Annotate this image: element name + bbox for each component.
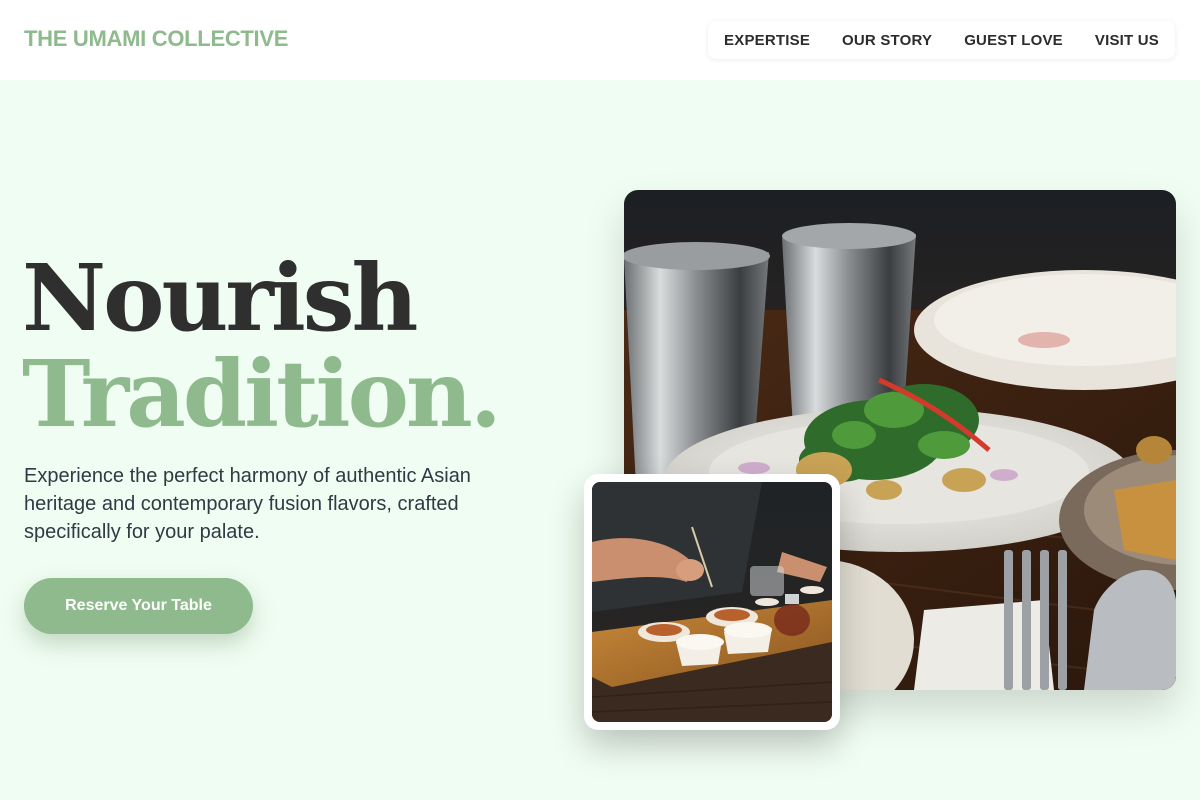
nav-link-visit-us[interactable]: VISIT US — [1095, 32, 1159, 49]
hero-description: Experience the perfect harmony of authen… — [24, 465, 471, 543]
nav-link-guest-love[interactable]: GUEST LOVE — [964, 32, 1063, 49]
nav-link-expertise[interactable]: EXPERTISE — [724, 32, 810, 49]
brand-logo[interactable]: THE UMAMI COLLECTIVE — [24, 26, 288, 52]
nav-link-our-story[interactable]: OUR STORY — [842, 32, 932, 49]
chef-plating-illustration — [592, 482, 832, 722]
page: THE UMAMI COLLECTIVE EXPERTISE OUR STORY… — [0, 0, 1200, 800]
chef-plating-photo-card — [584, 474, 840, 730]
headline-line-2: Tradition. — [22, 340, 502, 448]
main-nav: EXPERTISE OUR STORY GUEST LOVE VISIT US — [708, 21, 1175, 59]
site-header: THE UMAMI COLLECTIVE EXPERTISE OUR STORY… — [0, 0, 1200, 80]
headline-line-1: Nourish — [22, 244, 418, 352]
hero-headline: Nourish Tradition. — [22, 244, 502, 448]
reserve-table-button[interactable]: Reserve Your Table — [24, 578, 253, 634]
